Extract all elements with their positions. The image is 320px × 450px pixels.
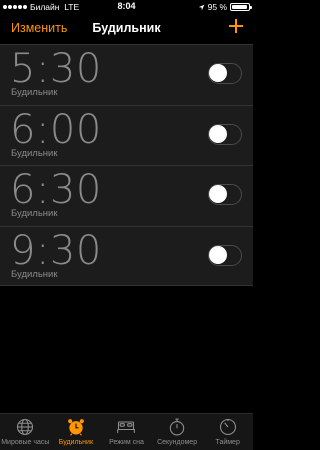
- alarm-toggle[interactable]: [208, 184, 242, 205]
- toggle-knob: [209, 64, 227, 82]
- stopwatch-icon: [169, 418, 185, 436]
- alarm-list: 5:30 Будильник 6:00 Будильник 6:30 Будил…: [0, 44, 253, 286]
- alarm-time: 6:00: [10, 106, 102, 153]
- tab-stopwatch[interactable]: Секундомер: [152, 414, 203, 450]
- alarm-time: 6:30: [10, 167, 102, 213]
- add-alarm-button[interactable]: [229, 19, 243, 33]
- tab-bar: Мировые часы Будильник Режим сна Секундо…: [0, 413, 253, 450]
- toggle-knob: [209, 124, 227, 143]
- alarm-row[interactable]: 6:30 Будильник: [0, 165, 253, 226]
- alarm-time: 5:30: [10, 46, 102, 92]
- navigation-bar: Изменить Будильник: [0, 14, 253, 44]
- tab-label: Секундомер: [157, 439, 198, 446]
- timer-icon: [219, 418, 236, 436]
- bed-icon: [117, 421, 136, 433]
- tab-label: Таймер: [215, 439, 240, 446]
- alarm-label: Будильник: [11, 87, 58, 98]
- tab-alarm[interactable]: Будильник: [51, 414, 102, 450]
- alarm-clock-icon: [67, 419, 84, 436]
- edit-button[interactable]: Изменить: [11, 21, 67, 35]
- globe-icon: [17, 418, 34, 436]
- alarm-row[interactable]: 9:30 Будильник: [0, 225, 253, 286]
- tab-timer[interactable]: Таймер: [202, 414, 253, 450]
- battery-fill: [232, 5, 248, 9]
- battery-icon: [230, 3, 252, 11]
- status-right: 95 %: [198, 2, 252, 12]
- status-bar: Билайн LTE 8:04 95 %: [0, 0, 253, 14]
- alarm-label: Будильник: [11, 268, 58, 280]
- tab-world-clock[interactable]: Мировые часы: [0, 414, 51, 450]
- battery-percent: 95 %: [207, 2, 227, 12]
- tab-label: Мировые часы: [1, 439, 50, 446]
- tab-label: Будильник: [58, 439, 94, 446]
- alarm-label: Будильник: [11, 208, 58, 219]
- alarm-toggle[interactable]: [208, 63, 242, 84]
- toggle-knob: [209, 245, 227, 264]
- alarm-row[interactable]: 6:00 Будильник: [0, 104, 253, 165]
- alarm-label: Будильник: [11, 147, 58, 159]
- alarm-toggle[interactable]: [208, 244, 242, 266]
- location-arrow-icon: [198, 4, 204, 10]
- toggle-knob: [209, 185, 227, 203]
- alarm-time: 9:30: [10, 227, 102, 274]
- alarm-row[interactable]: 5:30 Будильник: [0, 44, 253, 105]
- tab-bedtime[interactable]: Режим сна: [101, 414, 152, 450]
- tab-label: Режим сна: [109, 439, 144, 446]
- alarm-toggle[interactable]: [208, 123, 242, 145]
